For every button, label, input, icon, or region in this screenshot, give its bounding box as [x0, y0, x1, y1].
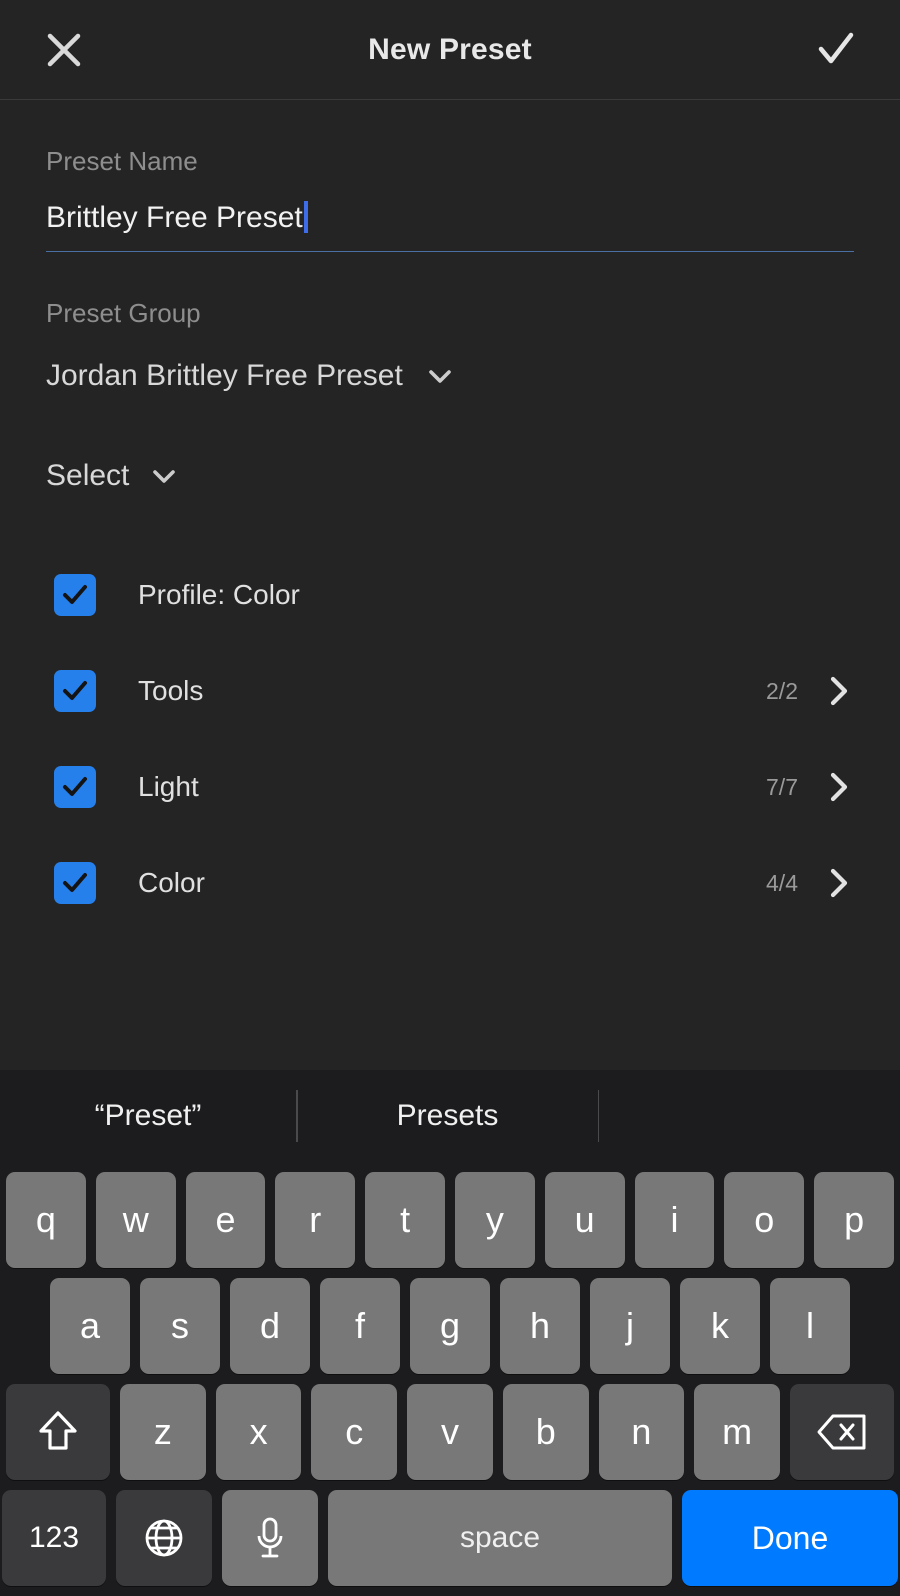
chevron-right-icon[interactable]: [824, 770, 854, 804]
preset-group-label: Preset Group: [46, 298, 201, 328]
key-y[interactable]: y: [455, 1172, 535, 1268]
list-item-count: 7/7: [766, 773, 798, 800]
keyboard-row-2: a s d f g h j k l: [0, 1278, 900, 1374]
key-j[interactable]: j: [590, 1278, 670, 1374]
list-item-profile-color[interactable]: Profile: Color: [46, 547, 854, 643]
key-k[interactable]: k: [680, 1278, 760, 1374]
chevron-right-icon[interactable]: [824, 866, 854, 900]
key-v[interactable]: v: [407, 1384, 493, 1480]
shift-arrow-icon[interactable]: [5, 1384, 110, 1480]
preset-group-value: Jordan Brittley Free Preset: [46, 359, 403, 392]
suggestion-quoted[interactable]: “Preset”: [0, 1099, 296, 1133]
new-preset-screen: New Preset Preset Name Brittley Free Pre…: [0, 0, 900, 1596]
preset-group-dropdown[interactable]: Jordan Brittley Free Preset: [46, 359, 854, 393]
checkbox-checked-icon[interactable]: [54, 766, 96, 808]
list-item-count: 4/4: [766, 869, 798, 896]
preset-form: Preset Name Brittley Free Preset Preset …: [0, 100, 900, 1070]
key-m[interactable]: m: [694, 1384, 781, 1480]
keyboard-row-3: z x c v b n m: [0, 1384, 900, 1480]
autocorrect-suggestion-bar: “Preset” Presets: [0, 1070, 900, 1162]
done-key[interactable]: Done: [682, 1490, 898, 1586]
key-u[interactable]: u: [544, 1172, 625, 1268]
close-x-icon[interactable]: [36, 22, 92, 78]
key-o[interactable]: o: [724, 1172, 805, 1268]
chevron-right-icon[interactable]: [824, 674, 854, 708]
key-t[interactable]: t: [365, 1172, 445, 1268]
key-i[interactable]: i: [634, 1172, 715, 1268]
list-item-label: Tools: [138, 675, 204, 706]
key-c[interactable]: c: [311, 1384, 398, 1480]
space-key[interactable]: space: [328, 1490, 672, 1586]
checkbox-checked-icon[interactable]: [54, 574, 96, 616]
preset-settings-list: Profile: Color Tools 2/2 Light 7/7 Color…: [46, 547, 854, 931]
keyboard-row-1: q w e r t y u i o p: [0, 1172, 900, 1268]
backspace-delete-icon[interactable]: [790, 1384, 895, 1480]
key-d[interactable]: d: [230, 1278, 310, 1374]
checkbox-checked-icon[interactable]: [54, 670, 96, 712]
key-w[interactable]: w: [95, 1172, 176, 1268]
globe-language-icon[interactable]: [116, 1490, 212, 1586]
chevron-down-icon: [425, 361, 455, 391]
list-item-light[interactable]: Light 7/7: [46, 739, 854, 835]
checkbox-checked-icon[interactable]: [54, 862, 96, 904]
select-label: Select: [46, 459, 130, 492]
key-z[interactable]: z: [119, 1384, 206, 1480]
page-title: New Preset: [368, 32, 532, 66]
preset-name-input[interactable]: Brittley Free Preset: [46, 201, 854, 252]
key-q[interactable]: q: [6, 1172, 86, 1268]
list-item-label: Light: [138, 771, 199, 802]
suggestion-primary[interactable]: Presets: [298, 1099, 598, 1133]
key-l[interactable]: l: [770, 1278, 850, 1374]
microphone-icon[interactable]: [222, 1490, 318, 1586]
key-e[interactable]: e: [185, 1172, 266, 1268]
keyboard-row-4: 123 space Done: [0, 1490, 900, 1586]
numbers-key[interactable]: 123: [2, 1490, 106, 1586]
key-a[interactable]: a: [50, 1278, 130, 1374]
list-item-label: Profile: Color: [138, 579, 300, 610]
preset-name-label: Preset Name: [46, 146, 198, 176]
preset-name-value: Brittley Free Preset: [46, 201, 303, 234]
checkmark-icon[interactable]: [808, 22, 864, 78]
virtual-keyboard: “Preset” Presets q w e r t y u i o p a s…: [0, 1070, 900, 1596]
select-dropdown[interactable]: Select: [46, 459, 854, 493]
key-b[interactable]: b: [502, 1384, 589, 1480]
key-f[interactable]: f: [320, 1278, 400, 1374]
key-n[interactable]: n: [598, 1384, 685, 1480]
list-item-label: Color: [138, 867, 205, 898]
suggestion-divider: [597, 1090, 599, 1142]
key-r[interactable]: r: [275, 1172, 356, 1268]
chevron-down-icon: [149, 461, 179, 491]
text-caret: [303, 201, 308, 233]
list-item-count: 2/2: [766, 677, 798, 704]
key-x[interactable]: x: [215, 1384, 302, 1480]
key-p[interactable]: p: [814, 1172, 894, 1268]
key-g[interactable]: g: [410, 1278, 490, 1374]
app-header: New Preset: [0, 0, 900, 100]
key-h[interactable]: h: [500, 1278, 580, 1374]
list-item-tools[interactable]: Tools 2/2: [46, 643, 854, 739]
list-item-color[interactable]: Color 4/4: [46, 835, 854, 931]
key-s[interactable]: s: [140, 1278, 220, 1374]
